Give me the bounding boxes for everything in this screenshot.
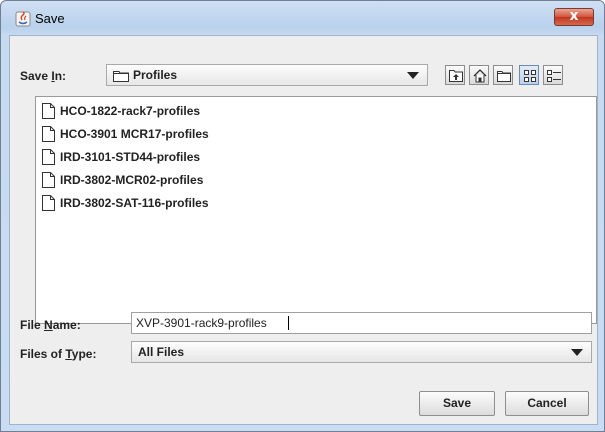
details-view-icon	[547, 70, 561, 82]
save-in-value: Profiles	[133, 68, 178, 82]
file-name-input-wrapper[interactable]	[131, 312, 592, 334]
file-icon	[42, 126, 55, 142]
files-of-type-label: Files of Type:	[20, 347, 97, 361]
file-name: IRD-3101-STD44-profiles	[60, 150, 201, 164]
file-name: IRD-3802-MCR02-profiles	[60, 173, 204, 187]
cancel-button[interactable]: Cancel	[505, 391, 589, 416]
files-of-type-dropdown[interactable]: All Files	[131, 341, 592, 363]
new-folder-icon	[497, 71, 511, 82]
home-icon	[473, 69, 487, 83]
file-icon	[42, 195, 55, 211]
java-app-icon	[15, 11, 31, 27]
list-view-icon	[524, 70, 536, 82]
title-bar[interactable]: Save x	[1, 1, 604, 35]
file-name: HCO-3901 MCR17-profiles	[60, 127, 209, 141]
file-icon	[42, 103, 55, 119]
up-one-level-icon	[449, 70, 463, 82]
window-title: Save	[35, 11, 65, 26]
dropdown-arrow-icon	[571, 349, 583, 356]
close-icon: x	[569, 8, 579, 24]
file-name: HCO-1822-rack7-profiles	[60, 104, 201, 118]
up-one-level-button[interactable]	[445, 65, 465, 85]
file-icon	[42, 149, 55, 165]
file-list[interactable]: HCO-1822-rack7-profiles HCO-3901 MCR17-pr…	[35, 96, 597, 324]
list-view-button[interactable]	[519, 65, 539, 85]
home-button[interactable]	[469, 65, 489, 85]
save-in-label: Save In:	[20, 69, 67, 83]
file-name-label: File Name:	[20, 318, 81, 332]
folder-icon	[113, 69, 129, 82]
file-icon	[42, 172, 55, 188]
text-caret	[288, 316, 289, 330]
file-name: IRD-3802-SAT-116-profiles	[60, 196, 209, 210]
save-button[interactable]: Save	[419, 391, 495, 416]
close-button[interactable]: x	[554, 8, 594, 26]
save-in-dropdown[interactable]: Profiles	[106, 64, 428, 86]
dialog-content: Save In: Profiles HCO-1822-rack7-profile…	[9, 35, 598, 425]
files-of-type-value: All Files	[138, 345, 185, 359]
save-dialog: Save x Save In: Profiles HCO-1822-rack7-…	[0, 0, 605, 432]
dropdown-arrow-icon	[407, 72, 419, 79]
file-name-input[interactable]	[132, 313, 591, 333]
details-view-button[interactable]	[543, 65, 563, 85]
new-folder-button[interactable]	[493, 65, 513, 85]
